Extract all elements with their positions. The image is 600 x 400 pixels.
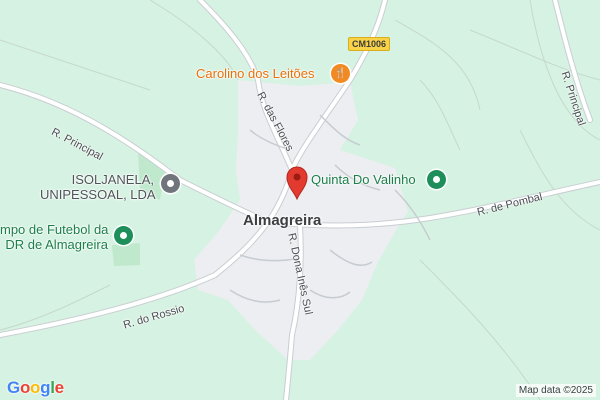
business-icon[interactable] <box>161 174 180 193</box>
poi-label-isoljanela-line1[interactable]: ISOLJANELA, <box>70 172 154 187</box>
park-area <box>112 243 140 266</box>
town-label: Almagreira <box>243 212 322 229</box>
poi-label-isoljanela-line2[interactable]: UNIPESSOAL, LDA <box>40 187 156 202</box>
place-icon[interactable] <box>114 226 133 245</box>
poi-label-quinta-do-valinho[interactable]: Quinta Do Valinho <box>311 172 416 187</box>
poi-label-carolino[interactable]: Carolino dos Leitões <box>196 66 315 81</box>
restaurant-icon[interactable]: 🍴 <box>331 64 350 83</box>
map-canvas[interactable]: CM1006 R. Principal R. Principal R. das … <box>0 0 600 400</box>
poi-label-campo-line2[interactable]: DR de Almagreira <box>0 237 108 252</box>
google-logo[interactable]: Google <box>7 378 64 398</box>
map-attribution[interactable]: Map data ©2025 <box>515 384 596 397</box>
place-icon[interactable] <box>427 170 446 189</box>
route-badge-cm1006: CM1006 <box>348 37 391 51</box>
poi-label-campo-line1[interactable]: mpo de Futebol da <box>0 222 108 237</box>
